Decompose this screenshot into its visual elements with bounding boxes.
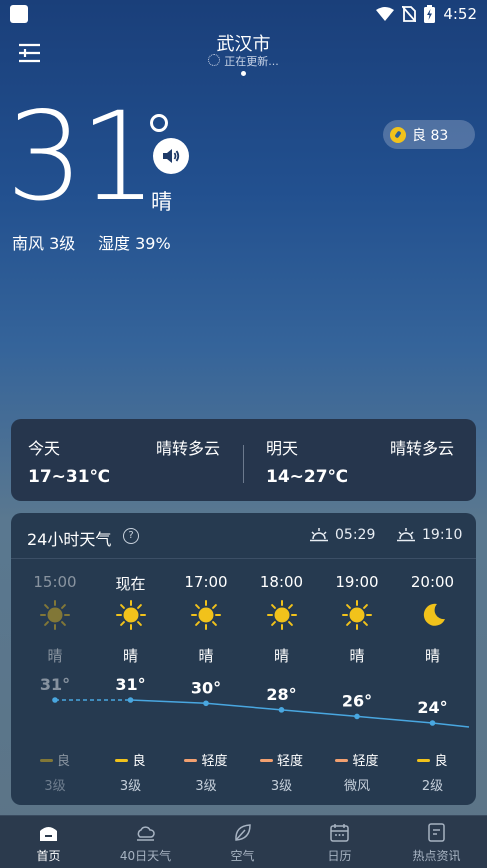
bottom-navigation: 首页 40日天气 空气 日历 热点资讯	[0, 815, 487, 868]
nav-calendar[interactable]: 日历	[291, 816, 388, 868]
temp-label: 24°	[417, 698, 447, 717]
nav-40day-label: 40日天气	[119, 849, 172, 863]
home-icon	[40, 827, 57, 841]
forecast-tomorrow[interactable]: 明天 晴转多云 14~27℃	[244, 419, 476, 501]
leaf-icon	[390, 126, 406, 143]
status-bar: 4:52	[0, 0, 487, 28]
forecast-tomorrow-label: 明天	[266, 439, 299, 458]
nav-air-label: 空气	[230, 849, 255, 863]
temp-label: 31°	[115, 675, 145, 694]
temp-point	[52, 697, 58, 703]
degree-symbol	[150, 114, 168, 132]
notification-icon	[10, 5, 28, 23]
current-temperature: 31	[6, 86, 157, 228]
forecast-today-range: 17~31℃	[28, 467, 111, 487]
current-weather-desc: 晴	[151, 190, 172, 214]
nav-calendar-label: 日历	[327, 849, 352, 863]
voice-broadcast-button[interactable]	[153, 138, 189, 174]
forecast-today-desc: 晴转多云	[156, 439, 221, 458]
page-indicator	[241, 71, 246, 76]
status-time: 4:52	[443, 5, 477, 23]
forecast-tomorrow-desc: 晴转多云	[390, 439, 455, 458]
update-status: 正在更新...	[0, 53, 487, 69]
aqi-badge[interactable]: 良 83	[383, 120, 475, 149]
temp-label: 30°	[191, 678, 221, 697]
forecast-today-label: 今天	[28, 439, 61, 458]
temp-label: 31°	[40, 675, 70, 694]
nav-40day[interactable]: 40日天气	[97, 816, 194, 868]
news-icon	[428, 823, 445, 842]
temp-label: 26°	[342, 691, 372, 710]
forecast-today[interactable]: 今天 晴转多云 17~31℃	[11, 419, 243, 501]
nav-news-label: 热点资讯	[412, 849, 461, 863]
speaker-icon	[163, 149, 180, 163]
wifi-icon	[376, 7, 395, 21]
leaf-nav-icon	[235, 824, 251, 841]
update-status-text: 正在更新...	[224, 55, 279, 68]
loading-icon	[208, 54, 221, 66]
temp-point	[278, 707, 285, 713]
temp-label: 28°	[266, 685, 296, 704]
status-icons: 4:52	[376, 4, 477, 24]
nav-home[interactable]: 首页	[0, 816, 97, 868]
humidity-info: 湿度 39%	[98, 234, 171, 253]
nav-news[interactable]: 热点资讯	[388, 816, 485, 868]
calendar-icon	[330, 824, 349, 842]
temp-point	[354, 713, 360, 720]
temp-point	[429, 720, 436, 726]
temperature-line-chart: 31° 31° 30° 28° 26° 24°	[40, 675, 470, 728]
temp-point	[127, 697, 134, 703]
wind-info: 南风 3级	[12, 234, 76, 253]
cloud-icon	[137, 826, 155, 841]
forecast-tomorrow-range: 14~27℃	[266, 467, 349, 487]
battery-icon	[424, 5, 436, 23]
aqi-badge-label: 良 83	[412, 127, 449, 144]
hourly-forecast-card[interactable]: 24小时天气 ? 05:29 19:10 15:00 晴良 3级 现在晴良 3级 17:0…	[11, 513, 476, 805]
nav-air[interactable]: 空气	[194, 816, 291, 868]
daily-forecast-card[interactable]: 今天 晴转多云 17~31℃ 明天 晴转多云 14~27℃	[11, 419, 476, 501]
nav-home-label: 首页	[36, 849, 61, 863]
no-sim-icon	[402, 6, 417, 22]
temp-point	[203, 700, 209, 707]
